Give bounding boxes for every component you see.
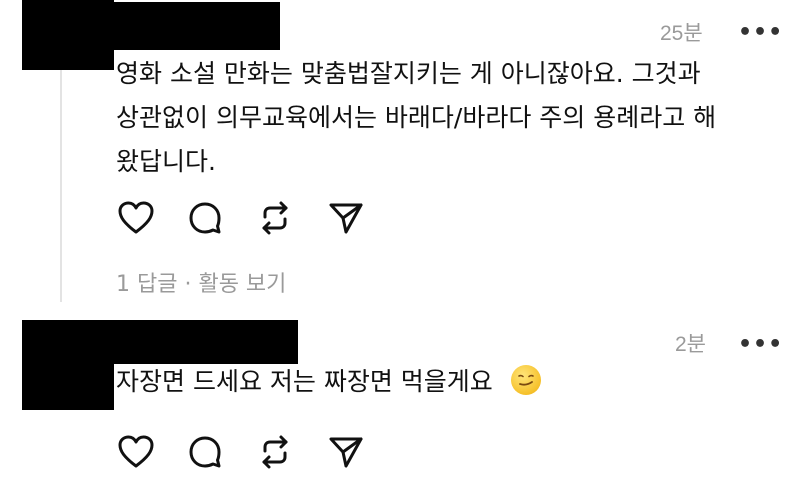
redacted-avatar-2 xyxy=(22,320,114,410)
timestamp: 2분 xyxy=(675,333,706,356)
comment-text-line: 상관없이 의무교육에서는 바래다/바라다 주의 용례라고 해 xyxy=(116,103,717,132)
share-icon xyxy=(329,437,363,468)
repost-icon xyxy=(262,435,288,469)
comment-text-line: 자장면 드세요 저는 짜장면 먹을게요 xyxy=(116,360,541,404)
comment-button[interactable] xyxy=(188,198,258,238)
share-button[interactable] xyxy=(328,432,398,472)
like-button[interactable] xyxy=(118,432,188,472)
action-bar xyxy=(118,198,398,238)
heart-icon xyxy=(118,201,154,234)
repost-icon xyxy=(262,201,288,235)
share-button[interactable] xyxy=(328,198,398,238)
heart-icon xyxy=(118,435,154,468)
comment-icon xyxy=(189,202,221,234)
repost-button[interactable] xyxy=(258,198,328,238)
like-button[interactable] xyxy=(118,198,188,238)
action-bar xyxy=(118,432,398,472)
thread-line xyxy=(60,60,62,302)
more-options-button[interactable]: ••• xyxy=(738,22,783,44)
comment-text-line: 왔답니다. xyxy=(116,147,216,176)
comment-text: 자장면 드세요 저는 짜장면 먹을게요 xyxy=(116,367,493,396)
comment-icon xyxy=(189,436,221,468)
replies-link[interactable]: 1 답글 · 활동 보기 xyxy=(116,266,286,298)
smirking-face-emoji xyxy=(510,365,541,395)
comment-text-line: 영화 소설 만화는 맞춤법잘지키는 게 아니잖아요. 그것과 xyxy=(116,59,701,88)
timestamp: 25분 xyxy=(660,22,703,45)
redacted-avatar-1 xyxy=(22,0,114,70)
more-options-button[interactable]: ••• xyxy=(738,334,783,356)
repost-button[interactable] xyxy=(258,432,328,472)
comment-button[interactable] xyxy=(188,432,258,472)
share-icon xyxy=(329,203,363,234)
